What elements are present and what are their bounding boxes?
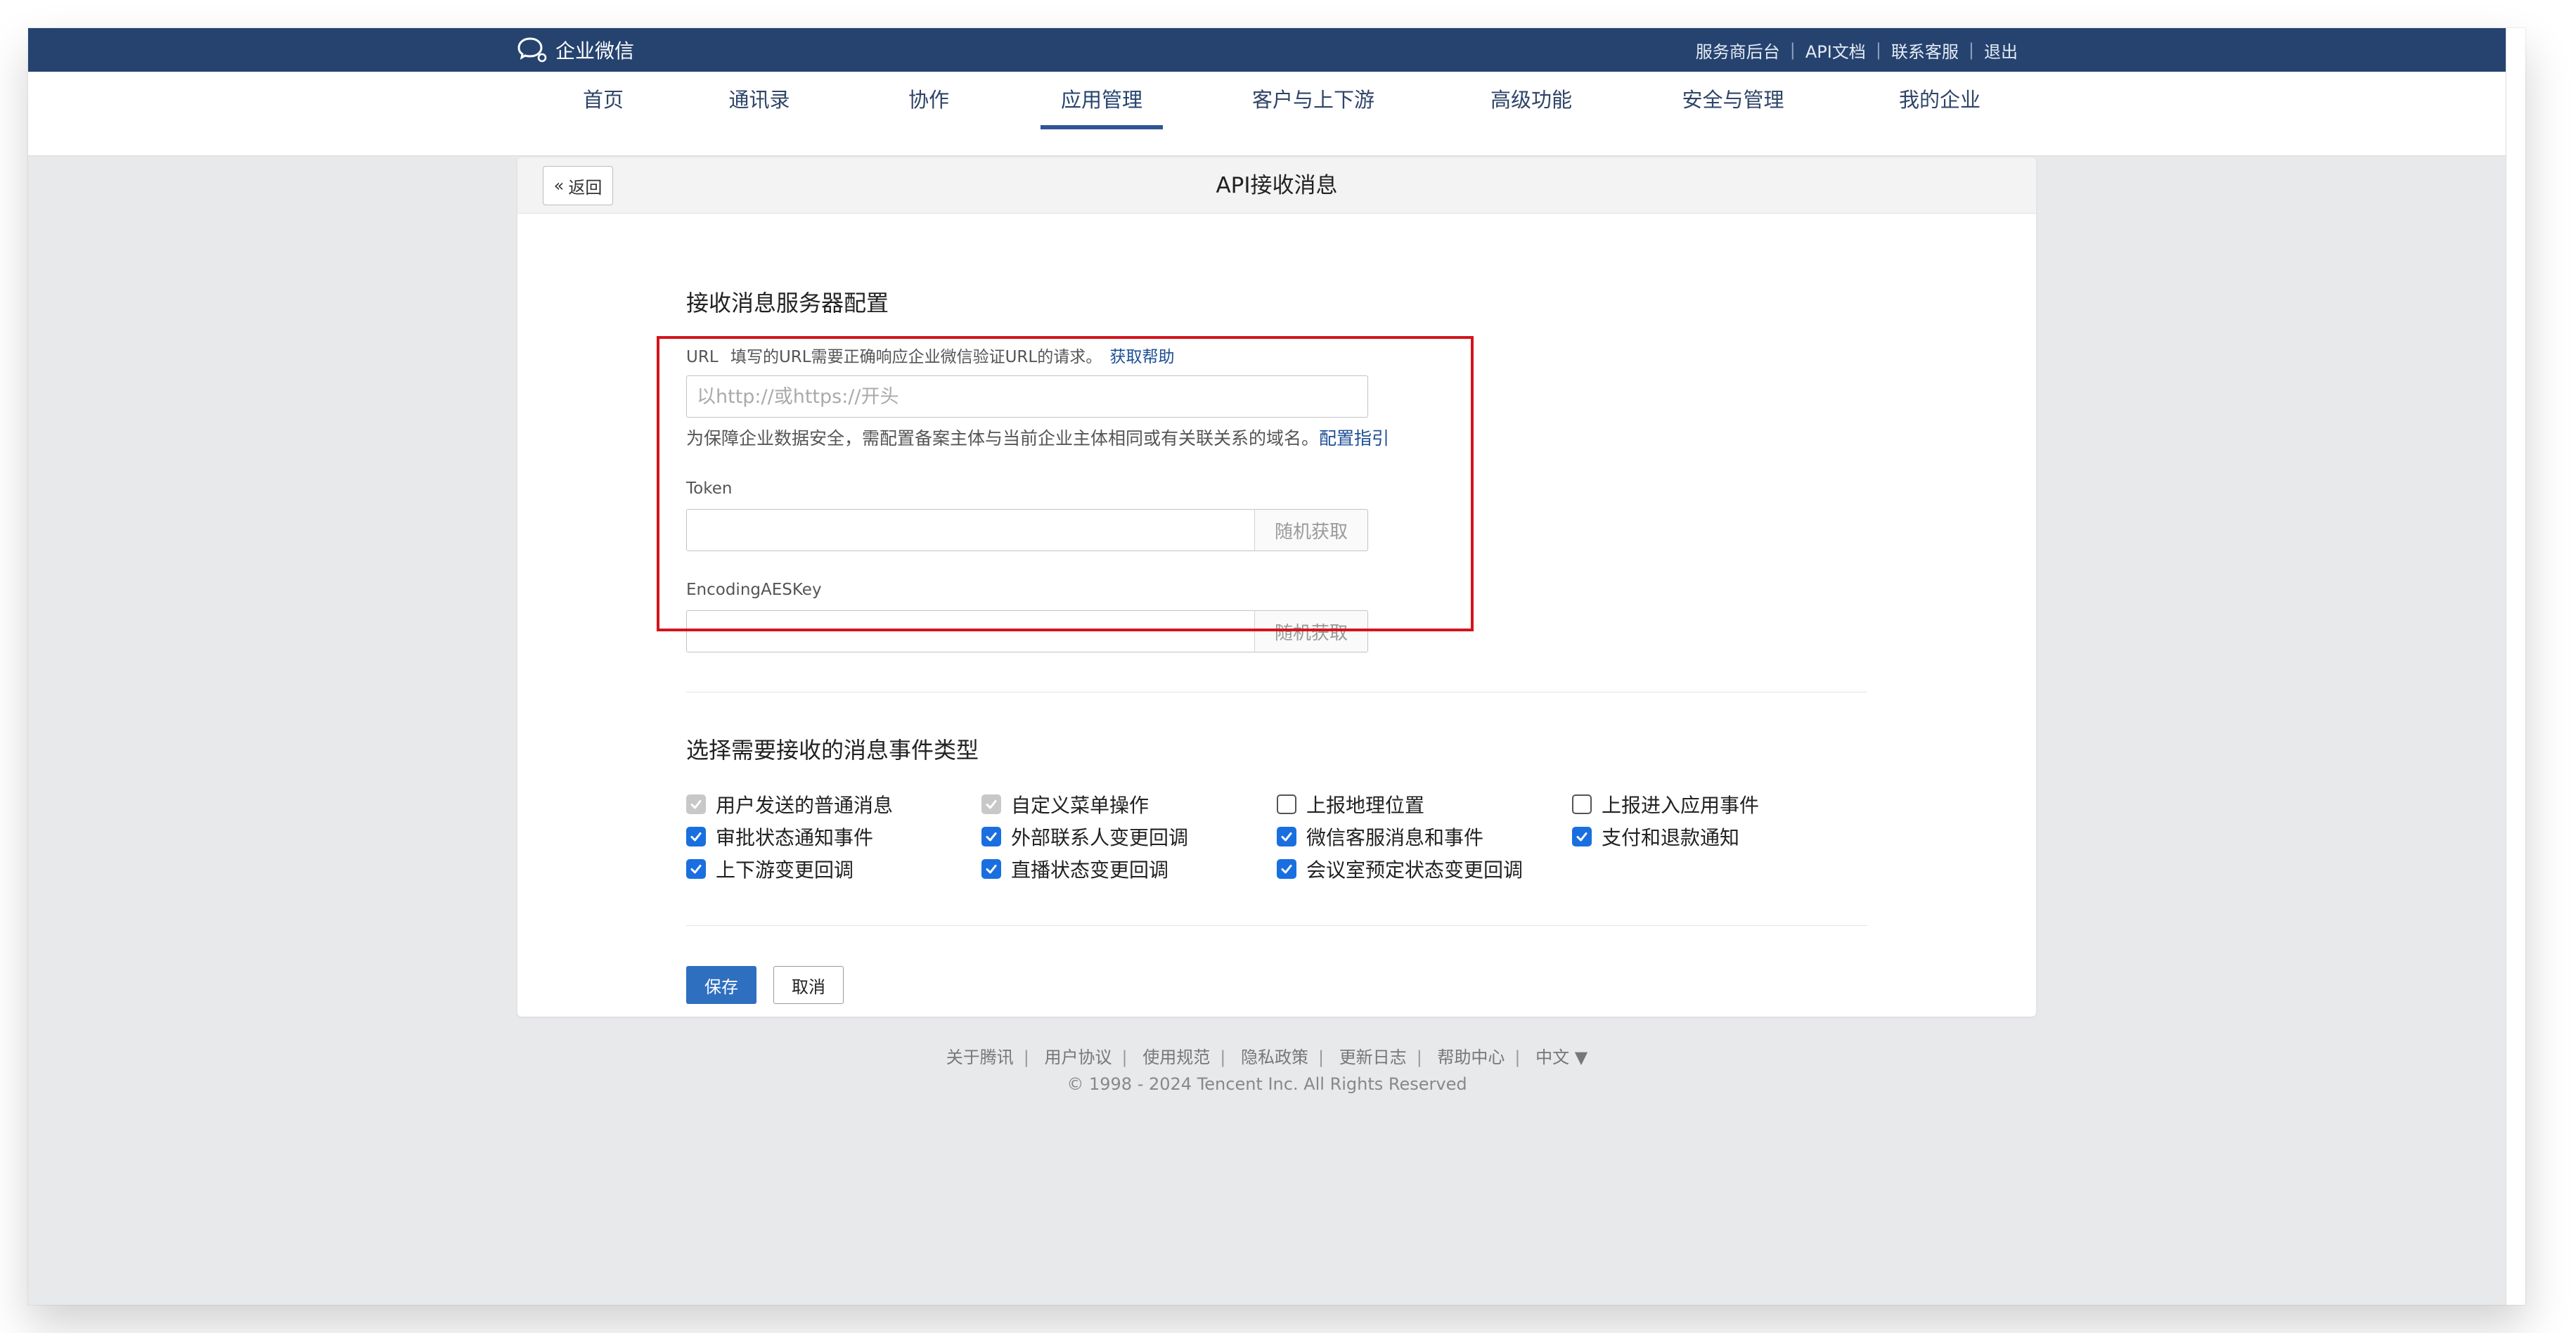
brand-name: 企业微信 xyxy=(555,39,635,63)
event-checkbox-label: 上报进入应用事件 xyxy=(1602,794,1760,817)
aeskey-input[interactable] xyxy=(686,610,1256,652)
checkbox-checked[interactable] xyxy=(981,859,1001,879)
footer-links: 关于腾讯 | 用户协议 | 使用规范 | 隐私政策 | 更新日志 | 帮助中心 | 中文 ▼ xyxy=(28,1043,2506,1068)
card-header: « 返回 API接收消息 xyxy=(517,157,2036,214)
checkbox-unchecked[interactable] xyxy=(1277,794,1296,814)
event-checkbox-item[interactable]: 直播状态变更回调 xyxy=(981,855,1168,883)
url-input[interactable] xyxy=(686,375,1368,418)
event-checkbox-label: 上下游变更回调 xyxy=(716,858,854,882)
checkbox-checked xyxy=(686,794,706,814)
event-checkbox-label: 外部联系人变更回调 xyxy=(1011,826,1189,849)
separator: | xyxy=(1121,1048,1128,1067)
event-checkbox-item: 自定义菜单操作 xyxy=(981,790,1149,818)
event-checkbox-label: 上报地理位置 xyxy=(1306,794,1425,817)
aeskey-label: EncodingAESKey xyxy=(686,581,822,599)
security-note-text: 为保障企业数据安全，需配置备案主体与当前企业主体相同或有关联关系的域名。 xyxy=(686,428,1320,449)
event-checkbox-item[interactable]: 会议室预定状态变更回调 xyxy=(1277,855,1523,883)
wecom-logo-icon xyxy=(517,37,547,63)
checkbox-checked[interactable] xyxy=(686,827,706,846)
cancel-button[interactable]: 取消 xyxy=(773,966,844,1004)
url-label: URL xyxy=(686,348,719,366)
event-checkbox-item[interactable]: 上下游变更回调 xyxy=(686,855,854,883)
checkbox-checked[interactable] xyxy=(1277,827,1296,846)
event-checkbox-label: 支付和退款通知 xyxy=(1602,826,1740,849)
event-checkbox-item[interactable]: 审批状态通知事件 xyxy=(686,823,873,851)
token-input[interactable] xyxy=(686,509,1256,551)
browser-window: 企业微信 服务商后台 | API文档 | 联系客服 | 退出 首页 通讯录 协作… xyxy=(28,28,2525,1305)
event-checkbox-label: 自定义菜单操作 xyxy=(1011,794,1149,817)
url-label-row: URL 填写的URL需要正确响应企业微信验证URL的请求。 获取帮助 xyxy=(686,343,1175,367)
separator: | xyxy=(1220,1048,1226,1067)
checkbox-checked xyxy=(981,794,1001,814)
toplink-api-docs[interactable]: API文档 xyxy=(1805,38,1866,63)
separator: | xyxy=(1416,1048,1422,1067)
checkbox-checked[interactable] xyxy=(1572,827,1592,846)
checkbox-unchecked[interactable] xyxy=(1572,794,1592,814)
event-checkbox-label: 微信客服消息和事件 xyxy=(1306,826,1484,849)
separator: | xyxy=(1318,1048,1325,1067)
toplink-contact-support[interactable]: 联系客服 xyxy=(1891,38,1959,63)
nav-item-advanced[interactable]: 高级功能 xyxy=(1488,72,1575,156)
event-checkbox-item[interactable]: 上报地理位置 xyxy=(1277,790,1424,818)
event-checkbox-label: 直播状态变更回调 xyxy=(1011,858,1169,882)
nav-item-home[interactable]: 首页 xyxy=(575,72,631,156)
brand-logo[interactable]: 企业微信 xyxy=(517,28,634,72)
token-label: Token xyxy=(686,479,733,498)
footer-link-user-agreement[interactable]: 用户协议 xyxy=(1044,1048,1112,1067)
checkbox-checked[interactable] xyxy=(686,859,706,879)
url-hint: 填写的URL需要正确响应企业微信验证URL的请求。 xyxy=(730,348,1102,366)
top-links: 服务商后台 | API文档 | 联系客服 | 退出 xyxy=(1696,28,2018,72)
security-note: 为保障企业数据安全，需配置备案主体与当前企业主体相同或有关联关系的域名。配置指引 xyxy=(686,425,1389,450)
event-checkbox-label: 会议室预定状态变更回调 xyxy=(1306,858,1524,882)
aeskey-random-button[interactable]: 随机获取 xyxy=(1254,610,1368,652)
footer-link-about[interactable]: 关于腾讯 xyxy=(946,1048,1014,1067)
checkbox-checked[interactable] xyxy=(1277,859,1296,879)
event-checkbox-item[interactable]: 支付和退款通知 xyxy=(1572,823,1739,851)
server-config-title: 接收消息服务器配置 xyxy=(686,290,889,316)
event-types-title: 选择需要接收的消息事件类型 xyxy=(686,737,979,764)
config-guide-link[interactable]: 配置指引 xyxy=(1319,428,1389,449)
footer-link-usage-rules[interactable]: 使用规范 xyxy=(1142,1048,1210,1067)
event-checkbox-item: 用户发送的普通消息 xyxy=(686,790,893,818)
footer-link-help-center[interactable]: 帮助中心 xyxy=(1437,1048,1505,1067)
copyright-text: © 1998 - 2024 Tencent Inc. All Rights Re… xyxy=(1067,1074,1467,1094)
top-bar: 企业微信 服务商后台 | API文档 | 联系客服 | 退出 xyxy=(28,28,2506,72)
language-selector[interactable]: 中文 ▼ xyxy=(1535,1048,1588,1067)
page-title: API接收消息 xyxy=(1216,173,1338,198)
event-checkbox-item[interactable]: 微信客服消息和事件 xyxy=(1277,823,1483,851)
nav-item-app-management[interactable]: 应用管理 xyxy=(1041,72,1163,156)
footer-link-privacy[interactable]: 隐私政策 xyxy=(1241,1048,1308,1067)
vertical-scrollbar[interactable] xyxy=(2506,28,2525,1305)
section-divider xyxy=(686,692,1867,693)
toplink-service-provider[interactable]: 服务商后台 xyxy=(1696,38,1780,63)
separator: | xyxy=(1023,1048,1029,1067)
nav-item-my-company[interactable]: 我的企业 xyxy=(1897,72,1983,156)
separator: | xyxy=(1789,40,1796,60)
nav-item-contacts[interactable]: 通讯录 xyxy=(724,72,794,156)
nav-item-collaboration[interactable]: 协作 xyxy=(904,72,953,156)
nav-item-security[interactable]: 安全与管理 xyxy=(1680,72,1786,156)
separator: | xyxy=(1968,40,1974,60)
footer-link-changelog[interactable]: 更新日志 xyxy=(1339,1048,1407,1067)
separator: | xyxy=(1875,40,1881,60)
checkbox-checked[interactable] xyxy=(981,827,1001,846)
main-nav: 首页 通讯录 协作 应用管理 客户与上下游 高级功能 安全与管理 我的企业 xyxy=(28,72,2506,156)
event-checkbox-item[interactable]: 外部联系人变更回调 xyxy=(981,823,1188,851)
event-checkbox-label: 用户发送的普通消息 xyxy=(716,794,894,817)
event-checkbox-label: 审批状态通知事件 xyxy=(716,826,874,849)
token-random-button[interactable]: 随机获取 xyxy=(1254,509,1368,551)
event-checkbox-item[interactable]: 上报进入应用事件 xyxy=(1572,790,1759,818)
nav-item-customers-partners[interactable]: 客户与上下游 xyxy=(1251,72,1375,156)
url-help-link[interactable]: 获取帮助 xyxy=(1110,348,1175,366)
section-divider xyxy=(686,925,1867,926)
toplink-logout[interactable]: 退出 xyxy=(1984,38,2018,63)
separator: | xyxy=(1514,1048,1521,1067)
save-button[interactable]: 保存 xyxy=(686,966,756,1004)
api-receive-card: « 返回 API接收消息 接收消息服务器配置 URL 填写的URL需要正确响应企… xyxy=(517,157,2036,1017)
